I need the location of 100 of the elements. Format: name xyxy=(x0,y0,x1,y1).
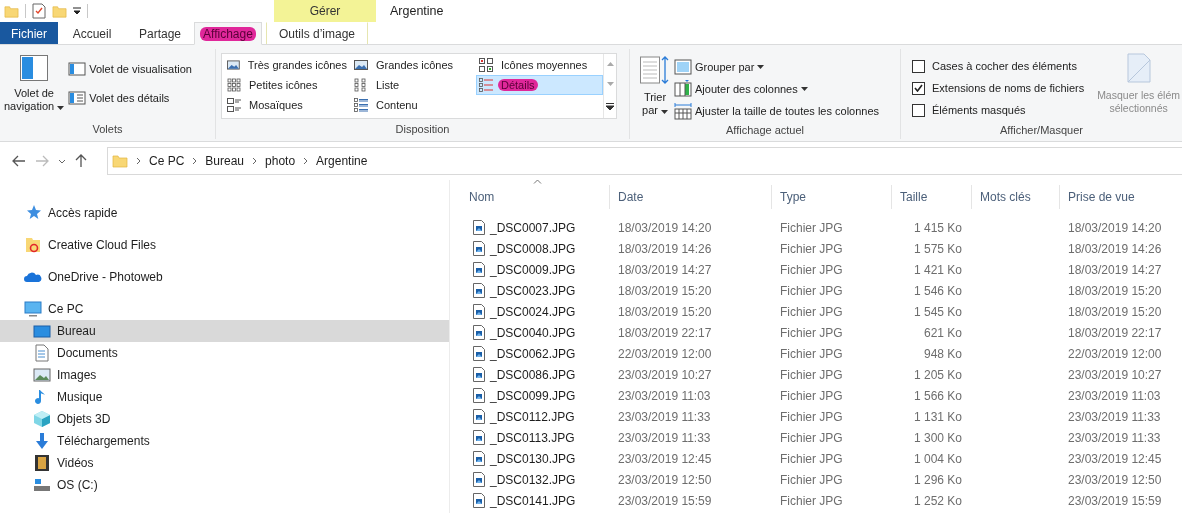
properties-icon[interactable] xyxy=(32,3,46,19)
navigation-item[interactable]: Documents xyxy=(0,342,449,364)
file-name: _DSC0040.JPG xyxy=(490,325,576,340)
navigation-item[interactable]: Ce PC xyxy=(0,298,449,320)
layout-option[interactable]: Très grandes icônes xyxy=(224,55,351,75)
ribbon-tab[interactable]: Outils d’image xyxy=(266,22,368,44)
add-column-icon xyxy=(674,80,692,98)
file-name-cell[interactable]: _DSC0141.JPG xyxy=(458,490,610,511)
image-file-icon xyxy=(473,472,485,487)
table-cell-text: 23/03/2019 12:45 xyxy=(617,450,713,468)
file-name-cell[interactable]: _DSC0023.JPG xyxy=(458,280,610,301)
layout-option[interactable]: Liste xyxy=(351,75,476,95)
file-name: _DSC0009.JPG xyxy=(490,262,576,277)
checkbox-option[interactable]: Cases à cocher des éléments xyxy=(912,55,1085,77)
navigation-item[interactable]: Vidéos xyxy=(0,452,449,474)
column-header[interactable]: Type xyxy=(772,185,892,209)
pane-button[interactable]: Volet des détails xyxy=(68,88,192,108)
file-name: _DSC0130.JPG xyxy=(490,451,576,466)
recent-caret-icon[interactable] xyxy=(58,158,66,164)
sort-icon xyxy=(640,55,670,85)
file-name-cell[interactable]: _DSC0007.JPG xyxy=(458,217,610,238)
expand-gallery-icon[interactable] xyxy=(606,102,614,110)
navigation-item[interactable]: Bureau xyxy=(0,320,449,342)
window-title: Argentine xyxy=(389,3,444,20)
file-name: _DSC0024.JPG xyxy=(490,304,576,319)
table-cell-text: 18/03/2019 22:17 xyxy=(1067,324,1163,342)
table-cell-text: 23/03/2019 12:50 xyxy=(1067,471,1163,489)
column-header[interactable]: Prise de vue xyxy=(1060,185,1182,209)
breadcrumb[interactable]: Bureau xyxy=(205,154,245,168)
checkbox[interactable] xyxy=(912,103,925,117)
file-name-cell[interactable]: _DSC0009.JPG xyxy=(458,259,610,280)
navigation-item[interactable]: OneDrive - Photoweb xyxy=(0,266,449,288)
breadcrumb[interactable]: Argentine xyxy=(316,154,368,168)
back-arrow-icon[interactable] xyxy=(12,155,26,167)
layout-option[interactable]: Icônes moyennes xyxy=(476,55,603,75)
checkbox[interactable] xyxy=(912,59,925,73)
navigation-item[interactable]: Creative Cloud Files xyxy=(0,234,449,256)
navigation-pane-button[interactable]: Volet de navigation xyxy=(0,53,69,115)
folder-icon xyxy=(24,236,42,254)
table-cell-text: 18/03/2019 14:20 xyxy=(1067,219,1163,237)
list-icon xyxy=(354,78,368,92)
column-header[interactable]: Taille xyxy=(892,185,972,209)
breadcrumb[interactable]: photo xyxy=(265,154,296,168)
file-name-cell[interactable]: _DSC0112.JPG xyxy=(458,406,610,427)
table-cell-text: 23/03/2019 10:27 xyxy=(617,366,713,384)
checkbox[interactable] xyxy=(912,81,925,95)
folder-icon xyxy=(112,153,128,169)
view-button[interactable]: Ajuster la taille de toutes les colonnes xyxy=(674,101,880,121)
file-name-cell[interactable]: _DSC0132.JPG xyxy=(458,469,610,490)
table-cell-text: 23/03/2019 11:33 xyxy=(617,429,712,447)
table-cell-text: 18/03/2019 15:20 xyxy=(617,282,713,300)
chevron-icon xyxy=(136,157,141,165)
view-button[interactable]: Ajouter des colonnes xyxy=(674,79,880,99)
checkbox-option[interactable]: Éléments masqués xyxy=(912,99,1085,121)
checkbox-option[interactable]: Extensions de noms de fichiers xyxy=(912,77,1085,99)
layout-option[interactable]: Grandes icônes xyxy=(351,55,476,75)
navigation-item[interactable]: Téléchargements xyxy=(0,430,449,452)
breadcrumb[interactable]: Ce PC xyxy=(149,154,185,168)
file-name-cell[interactable]: _DSC0008.JPG xyxy=(458,238,610,259)
layout-option[interactable]: Mosaïques xyxy=(224,95,351,115)
view-button[interactable]: Grouper par xyxy=(674,57,880,77)
up-arrow-icon[interactable] xyxy=(75,154,87,168)
tiles-icon xyxy=(227,98,241,112)
table-cell-text: 1 546 Ko xyxy=(912,282,963,300)
pane-button[interactable]: Volet de visualisation xyxy=(68,59,192,79)
table-cell-text: Fichier JPG xyxy=(779,240,844,258)
table-cell-text: 23/03/2019 12:50 xyxy=(617,471,713,489)
file-name-cell[interactable]: _DSC0099.JPG xyxy=(458,385,610,406)
customize-toolbar-icon[interactable] xyxy=(73,7,81,15)
navigation-item[interactable]: Musique xyxy=(0,386,449,408)
film-icon xyxy=(33,454,51,472)
layout-option[interactable]: Contenu xyxy=(351,95,476,115)
navigation-item-label: Bureau xyxy=(57,324,96,338)
image-file-icon xyxy=(473,262,485,277)
file-name-cell[interactable]: _DSC0113.JPG xyxy=(458,427,610,448)
file-name-cell[interactable]: _DSC0040.JPG xyxy=(458,322,610,343)
file-name-cell[interactable]: _DSC0024.JPG xyxy=(458,301,610,322)
chevron-icon xyxy=(303,157,309,165)
navigation-item[interactable]: Images xyxy=(0,364,449,386)
table-cell-text: 23/03/2019 11:03 xyxy=(617,387,712,405)
sort-button[interactable]: Trier par xyxy=(636,53,674,119)
table-cell-text: 18/03/2019 15:20 xyxy=(1067,303,1163,321)
table-cell-text: Fichier JPG xyxy=(779,261,844,279)
group-label: Disposition xyxy=(394,122,451,137)
column-header[interactable]: Date xyxy=(610,185,772,209)
layout-option[interactable]: Petites icônes xyxy=(224,75,351,95)
table-cell-text: 23/03/2019 10:27 xyxy=(1067,366,1163,384)
column-header[interactable]: Mots clés xyxy=(972,185,1060,209)
address-bar[interactable]: Ce PC Bureau photo Argentine xyxy=(107,147,1182,175)
navigation-item[interactable]: OS (C:) xyxy=(0,474,449,496)
image-file-icon xyxy=(473,367,485,382)
ribbon-tab[interactable]: Fichier xyxy=(0,22,58,44)
navigation-item[interactable]: Objets 3D xyxy=(0,408,449,430)
file-name: _DSC0086.JPG xyxy=(490,367,576,382)
file-name-cell[interactable]: _DSC0062.JPG xyxy=(458,343,610,364)
column-header[interactable]: Nom xyxy=(458,185,610,209)
file-name-cell[interactable]: _DSC0130.JPG xyxy=(458,448,610,469)
file-name-cell[interactable]: _DSC0086.JPG xyxy=(458,364,610,385)
navigation-item[interactable]: Accès rapide xyxy=(0,202,449,224)
hide-page-icon xyxy=(1126,53,1151,83)
